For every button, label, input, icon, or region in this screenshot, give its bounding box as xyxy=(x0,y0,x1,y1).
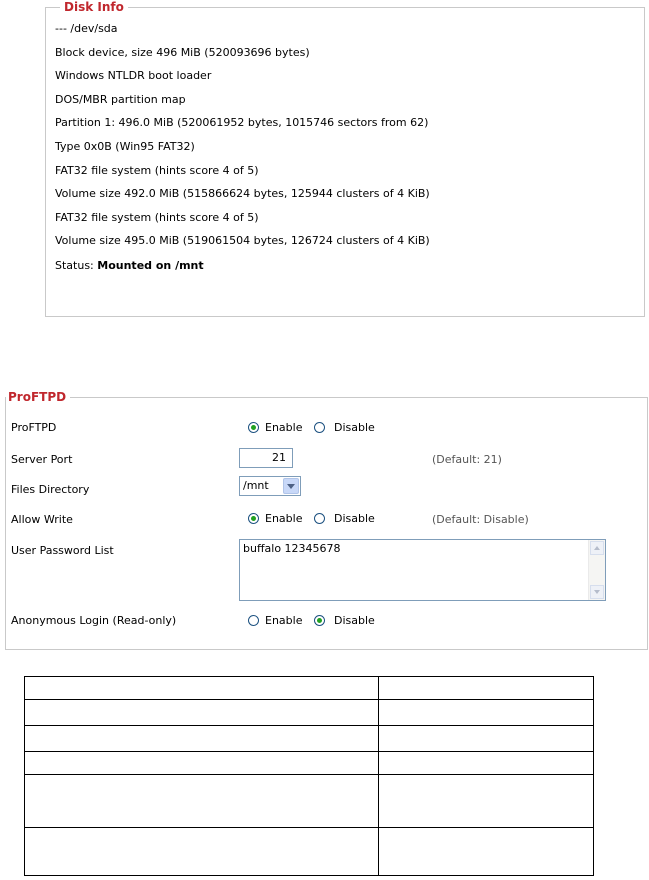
disk-status-label: Status: xyxy=(55,259,94,272)
table-row xyxy=(24,699,594,726)
textarea-scrollbar[interactable] xyxy=(588,540,605,600)
server-port-input[interactable]: 21 xyxy=(239,448,293,468)
disk-info-line: Block device, size 496 MiB (520093696 by… xyxy=(55,46,310,59)
empty-table xyxy=(24,676,594,876)
table-cell xyxy=(378,699,594,726)
disk-status-value: Mounted on /mnt xyxy=(97,259,204,272)
proftpd-enable-label[interactable]: Enable xyxy=(265,421,302,435)
disk-info-line: Volume size 495.0 MiB (519061504 bytes, … xyxy=(55,234,430,247)
disk-info-line: Windows NTLDR boot loader xyxy=(55,69,212,82)
disk-info-line: Volume size 492.0 MiB (515866624 bytes, … xyxy=(55,187,430,200)
table-cell xyxy=(24,774,379,828)
chevron-down-icon[interactable] xyxy=(283,478,299,494)
table-cell xyxy=(24,725,379,752)
files-directory-value: /mnt xyxy=(243,479,269,492)
user-password-list-value: buffalo 12345678 xyxy=(243,542,341,555)
server-port-label: Server Port xyxy=(11,453,73,466)
anonymous-login-label: Anonymous Login (Read-only) xyxy=(11,614,177,627)
allow-write-disable-label[interactable]: Disable xyxy=(334,512,375,526)
user-password-list-label: User Password List xyxy=(11,544,114,557)
anonymous-login-disable-label[interactable]: Disable xyxy=(334,614,375,628)
anonymous-login-enable-label[interactable]: Enable xyxy=(265,614,302,628)
proftpd-disable-radio[interactable] xyxy=(314,422,325,433)
allow-write-hint: (Default: Disable) xyxy=(432,513,529,526)
scroll-down-icon[interactable] xyxy=(590,585,604,599)
allow-write-disable-radio[interactable] xyxy=(314,513,325,524)
disk-info-line: Partition 1: 496.0 MiB (520061952 bytes,… xyxy=(55,116,429,129)
table-row xyxy=(24,774,594,828)
table-cell xyxy=(378,774,594,828)
allow-write-label: Allow Write xyxy=(11,513,73,526)
proftpd-enable-radio[interactable] xyxy=(248,422,259,433)
disk-info-legend: Disk Info xyxy=(60,0,128,14)
table-cell xyxy=(378,827,594,876)
table-cell xyxy=(378,676,594,700)
proftpd-legend: ProFTPD xyxy=(6,390,71,404)
table-row xyxy=(24,751,594,775)
disk-info-line: DOS/MBR partition map xyxy=(55,93,186,106)
table-cell xyxy=(24,827,379,876)
disk-info-fieldset: Disk Info --- /dev/sda Block device, siz… xyxy=(45,0,645,317)
proftpd-label: ProFTPD xyxy=(11,421,57,434)
server-port-hint: (Default: 21) xyxy=(432,453,502,466)
disk-info-line: FAT32 file system (hints score 4 of 5) xyxy=(55,211,259,224)
disk-info-line: FAT32 file system (hints score 4 of 5) xyxy=(55,164,259,177)
anonymous-login-disable-radio[interactable] xyxy=(314,615,325,626)
table-cell xyxy=(378,725,594,752)
scroll-up-icon[interactable] xyxy=(590,541,604,555)
allow-write-enable-radio[interactable] xyxy=(248,513,259,524)
table-row xyxy=(24,676,594,700)
disk-status: Status: Mounted on /mnt xyxy=(55,259,204,273)
disk-info-line: Type 0x0B (Win95 FAT32) xyxy=(55,140,195,153)
table-cell xyxy=(24,699,379,726)
table-cell xyxy=(24,676,379,700)
table-row xyxy=(24,827,594,876)
table-cell xyxy=(24,751,379,775)
anonymous-login-enable-radio[interactable] xyxy=(248,615,259,626)
table-cell xyxy=(378,751,594,775)
files-directory-label: Files Directory xyxy=(11,483,90,496)
files-directory-select[interactable]: /mnt xyxy=(239,476,301,496)
proftpd-fieldset: ProFTPD ProFTPD Enable Disable Server Po… xyxy=(5,390,648,650)
user-password-list-textarea[interactable]: buffalo 12345678 xyxy=(239,539,606,601)
disk-info-line: --- /dev/sda xyxy=(55,22,118,35)
proftpd-disable-label[interactable]: Disable xyxy=(334,421,375,435)
allow-write-enable-label[interactable]: Enable xyxy=(265,512,302,526)
table-row xyxy=(24,725,594,752)
